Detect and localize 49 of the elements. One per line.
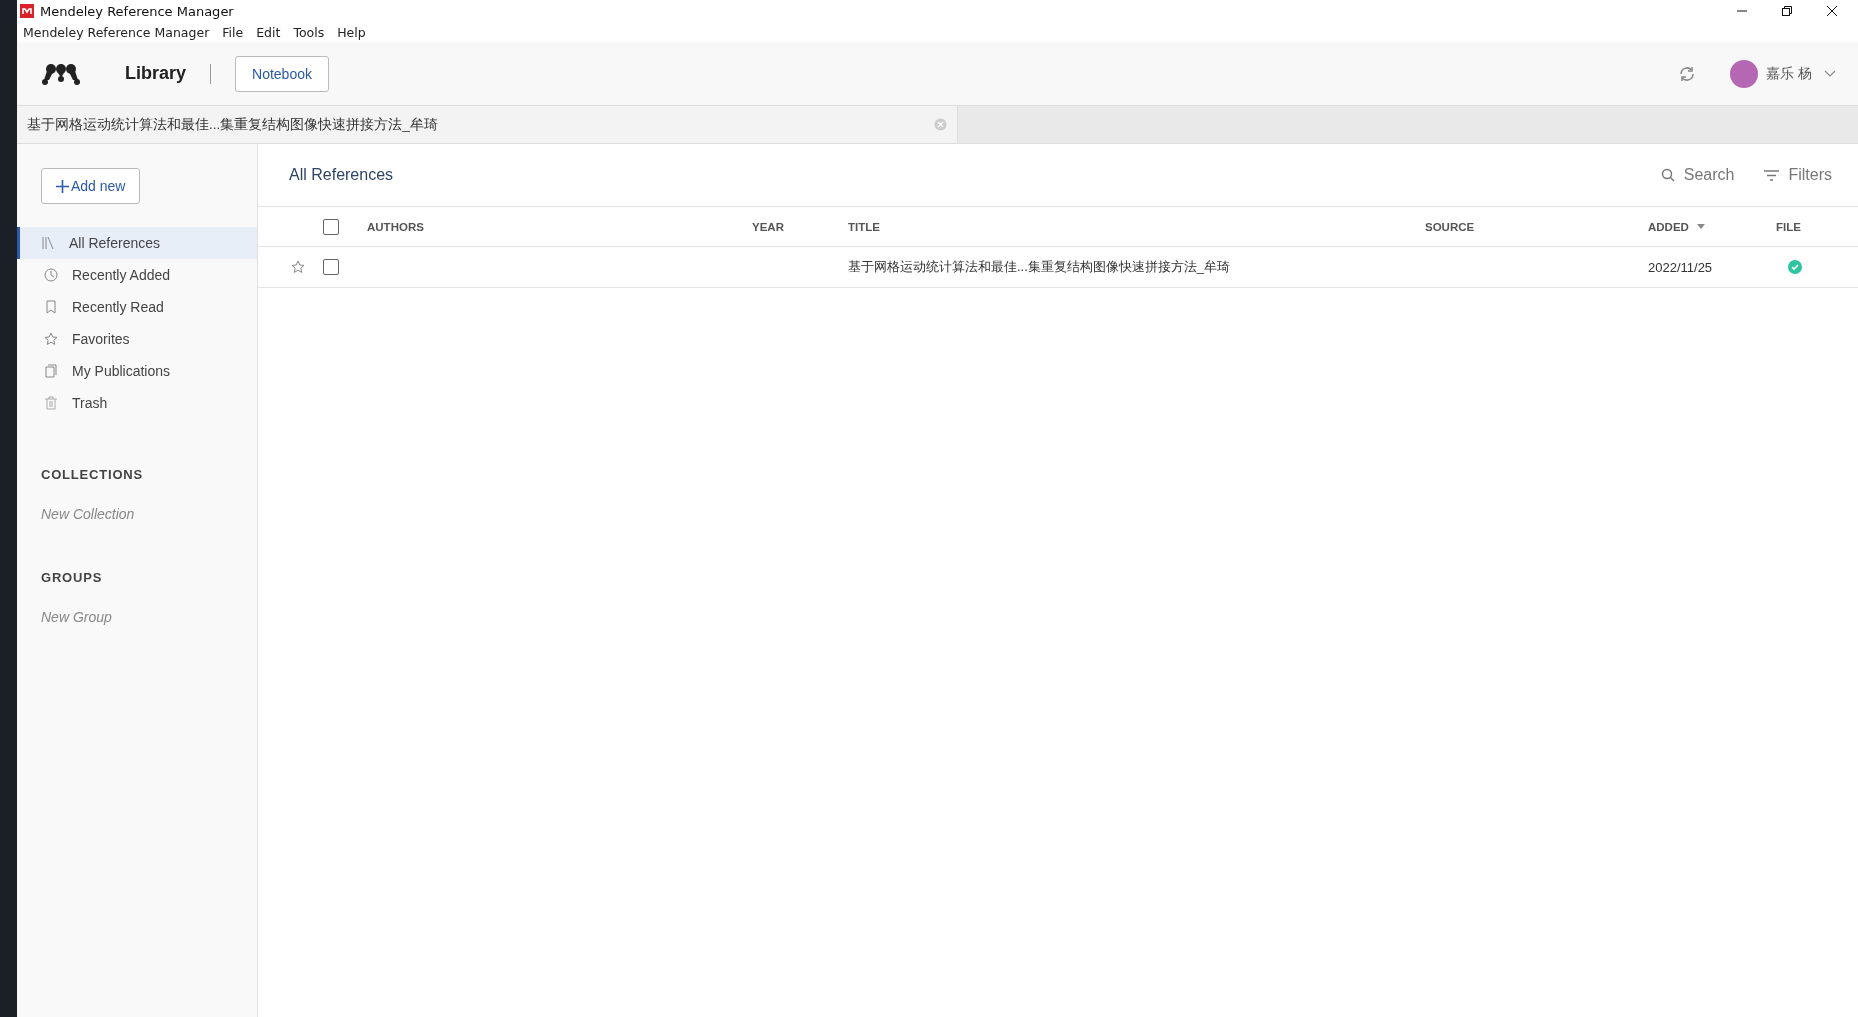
trash-icon <box>44 396 58 410</box>
section-heading: GROUPS <box>41 570 104 585</box>
logo-icon <box>41 61 81 86</box>
sidebar-item[interactable]: All References <box>17 227 257 259</box>
clock-icon <box>44 268 58 282</box>
menu-item[interactable]: Edit <box>256 24 281 40</box>
select-all-checkbox[interactable] <box>323 218 339 235</box>
column-header[interactable]: TITLE <box>848 220 880 233</box>
sidebar-item[interactable]: Favorites <box>17 323 257 355</box>
sync-icon[interactable] <box>1678 64 1697 83</box>
added-cell: 2022/11/25 <box>1648 259 1713 275</box>
section-heading: COLLECTIONS <box>41 467 144 482</box>
library-icon <box>41 236 55 250</box>
document-icon <box>44 364 58 378</box>
plus-icon <box>56 179 69 193</box>
menu-item[interactable]: File <box>222 24 244 40</box>
row-checkbox[interactable] <box>323 259 339 275</box>
menu-item[interactable]: Help <box>337 24 366 40</box>
search-icon <box>1660 168 1675 182</box>
filter-icon <box>1764 169 1780 181</box>
star-icon[interactable] <box>291 260 305 274</box>
star-icon <box>44 332 58 346</box>
avatar[interactable] <box>1730 59 1759 88</box>
column-header[interactable]: SOURCE <box>1425 220 1475 233</box>
column-header[interactable]: ADDED <box>1648 220 1705 233</box>
column-header[interactable]: AUTHORS <box>367 220 424 233</box>
title-cell: 基于网格运动统计算法和最佳...集重复结构图像快速拼接方法_牟琦 <box>848 258 1231 276</box>
menu-item[interactable]: Tools <box>293 24 325 40</box>
column-header[interactable]: YEAR <box>752 220 784 233</box>
user-name[interactable]: 嘉乐 杨 <box>1766 64 1812 83</box>
chevron-down-icon[interactable] <box>1824 69 1836 78</box>
library-title[interactable]: Library <box>125 63 187 84</box>
bookmark-icon <box>44 300 58 314</box>
restore-icon[interactable] <box>1781 5 1793 17</box>
content-title: All References <box>289 166 394 184</box>
column-header[interactable]: FILE <box>1776 220 1801 233</box>
sidebar-item[interactable]: Recently Read <box>17 291 257 323</box>
filters-button[interactable]: Filters <box>1764 166 1832 184</box>
menu-item[interactable]: Mendeley Reference Manager <box>23 24 210 40</box>
sidebar-item[interactable]: Recently Added <box>17 259 257 291</box>
close-icon[interactable] <box>1826 5 1838 17</box>
app-logo-icon <box>20 4 34 18</box>
search-button[interactable]: Search <box>1660 166 1735 184</box>
notebook-button[interactable]: Notebook <box>235 55 329 92</box>
sidebar-item[interactable]: Trash <box>17 387 257 419</box>
add-new-button[interactable]: Add new <box>41 168 141 204</box>
sidebar-item[interactable]: My Publications <box>17 355 257 387</box>
document-tab[interactable]: 基于网格运动统计算法和最佳...集重复结构图像快速拼接方法_牟琦 <box>17 106 958 143</box>
window-title: Mendeley Reference Manager <box>40 3 234 19</box>
